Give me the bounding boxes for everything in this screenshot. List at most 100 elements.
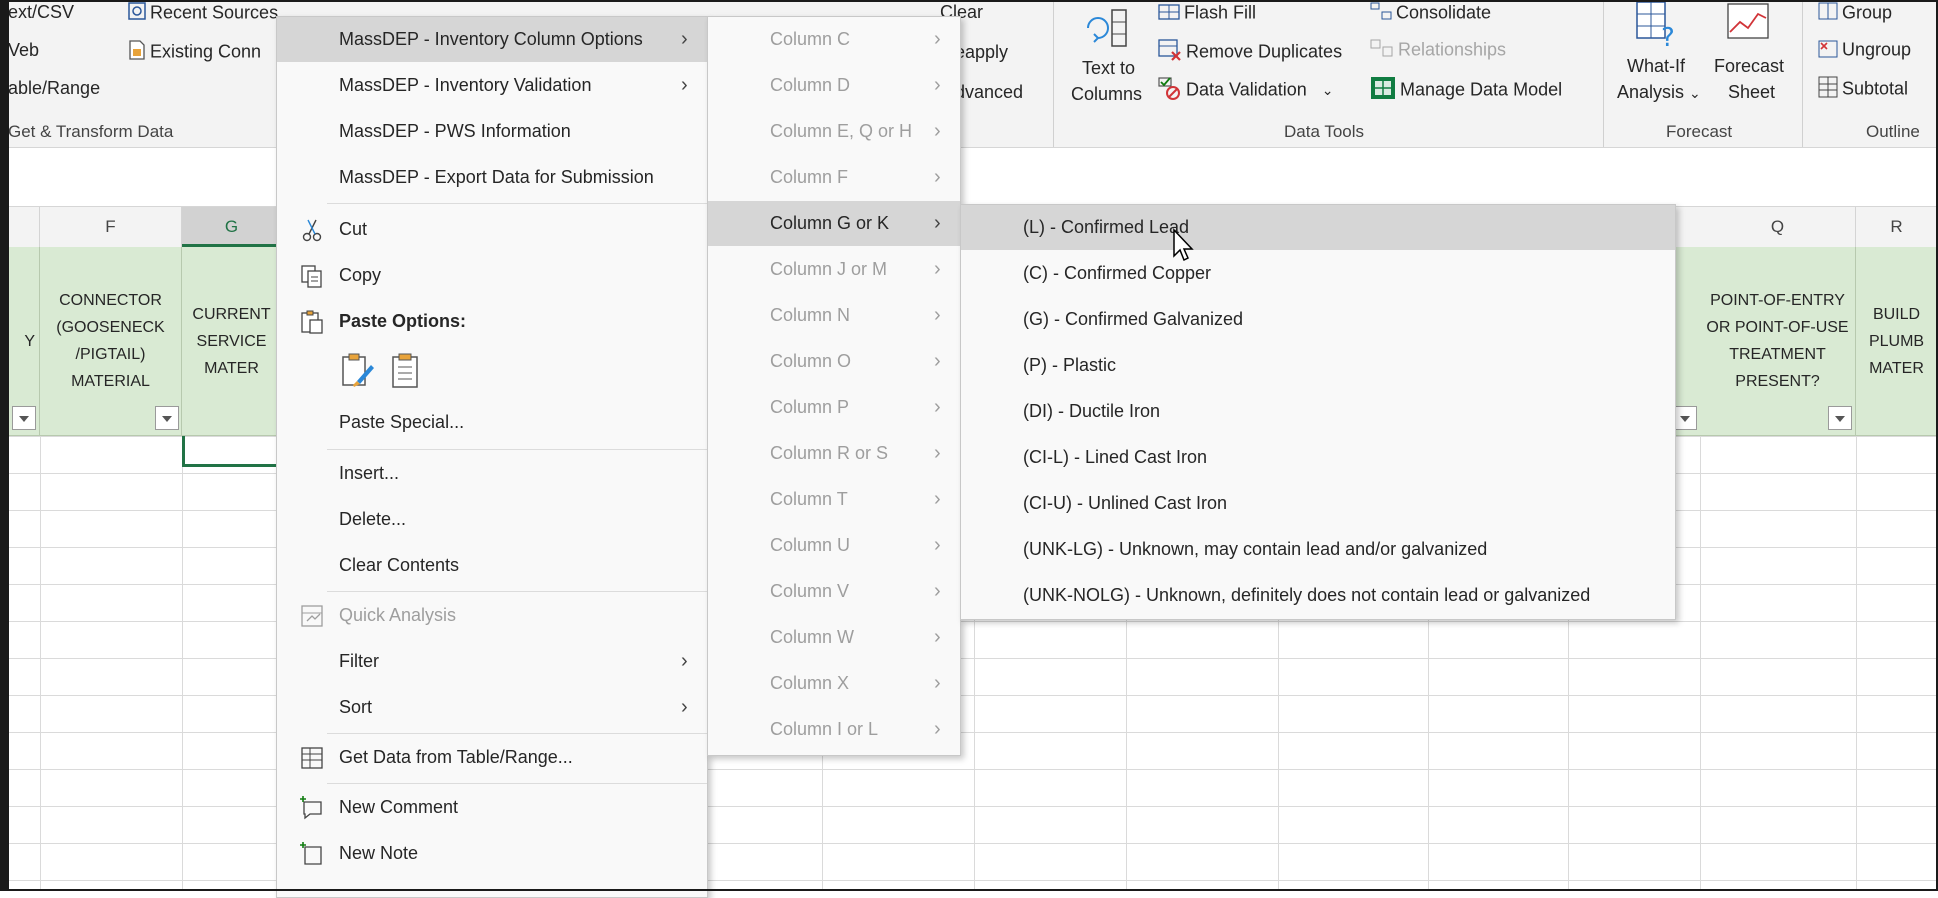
column-header-r[interactable]: R [1856,207,1938,247]
column-header-g[interactable]: G [182,207,282,247]
material-option-item[interactable]: (CI-U) - Unlined Cast Iron [961,481,1675,526]
recent-sources-button[interactable]: Recent Sources [128,2,278,25]
header-cell-g[interactable]: CURRENT SERVICE MATER [182,247,282,435]
submenu-item-column[interactable]: Column V › [708,569,960,614]
submenu-item-label: Column W [770,627,855,647]
material-option-item[interactable]: (UNK-NOLG) - Unknown, definitely does no… [961,573,1675,618]
menu-item-export-data[interactable]: MassDEP - Export Data for Submission [277,155,707,200]
menu-item-paste-special[interactable]: Paste Special... [277,400,707,445]
submenu-item-column[interactable]: Column O › [708,339,960,384]
submenu-item-label: Column J or M [770,259,888,279]
material-option-item[interactable]: (DI) - Ductile Iron [961,389,1675,434]
from-web-button[interactable]: Veb [8,40,39,61]
forecast-sheet-button[interactable]: Forecast Sheet [1706,0,1790,110]
material-option-item[interactable]: (UNK-LG) - Unknown, may contain lead and… [961,527,1675,572]
consolidate-label: Consolidate [1396,2,1492,23]
submenu-item-column[interactable]: Column D › [708,63,960,108]
submenu-item-column[interactable]: Column T › [708,477,960,522]
remove-duplicates-button[interactable]: Remove Duplicates [1158,38,1342,67]
paste-values-button[interactable] [387,351,427,391]
submenu-item-column[interactable]: Column G or K › [708,201,960,246]
menu-item-new-comment[interactable]: New Comment [277,785,707,830]
grid-line [1700,436,1701,891]
menu-item-paste-options: Paste Options: [277,299,707,344]
from-text-csv-button[interactable]: ext/CSV [8,2,74,23]
submenu-item-column[interactable]: Column W › [708,615,960,660]
material-option-item[interactable]: (CI-L) - Lined Cast Iron [961,435,1675,480]
menu-item-delete[interactable]: Delete... [277,497,707,542]
context-menu: MassDEP - Inventory Column Options › Mas… [276,16,708,898]
forecast-sheet-label-2: Sheet [1728,82,1776,102]
menu-item-label: MassDEP - Inventory Column Options [339,29,643,49]
header-cell-r[interactable]: BUILD PLUMB MATER [1856,247,1938,435]
what-if-analysis-button[interactable]: ? What-If Analysis ⌄ [1613,0,1701,110]
menu-item-quick-analysis[interactable]: Quick Analysis [277,593,707,638]
submenu-item-column[interactable]: Column I or L › [708,707,960,752]
material-option-item[interactable]: (C) - Confirmed Copper [961,251,1675,296]
menu-item-inventory-validation[interactable]: MassDEP - Inventory Validation › [277,63,707,108]
paste-formatting-button[interactable] [339,351,379,391]
what-if-label-2: Analysis ⌄ [1617,82,1701,102]
new-note-icon [300,842,322,865]
subtotal-button[interactable]: Subtotal [1818,76,1908,103]
relationships-button[interactable]: Relationships [1370,38,1506,63]
submenu-item-column[interactable]: Column P › [708,385,960,430]
advanced-filter-button[interactable]: dvanced [955,82,1023,103]
menu-item-new-note[interactable]: New Note [277,831,707,876]
menu-item-insert[interactable]: Insert... [277,451,707,496]
submenu-item-column[interactable]: Column C › [708,17,960,62]
submenu-item-column[interactable]: Column J or M › [708,247,960,292]
submenu-item-column[interactable]: Column U › [708,523,960,568]
submenu-item-label: Column C [770,29,851,49]
material-option-item[interactable]: (P) - Plastic [961,343,1675,388]
submenu-item-column[interactable]: Column F › [708,155,960,200]
manage-data-model-button[interactable]: Manage Data Model [1370,76,1562,105]
ungroup-button[interactable]: Ungroup [1818,38,1911,63]
menu-item-sort[interactable]: Sort › [277,685,707,730]
chevron-right-icon: › [934,672,941,694]
text-to-columns-button[interactable]: Text to Columns [1068,4,1148,108]
column-header-f[interactable]: F [40,207,182,247]
menu-item-pws-information[interactable]: MassDEP - PWS Information [277,109,707,154]
submenu-item-column[interactable]: Column R or S › [708,431,960,476]
submenu-item-column[interactable]: Column N › [708,293,960,338]
menu-item-copy[interactable]: Copy [277,253,707,298]
existing-connections-button[interactable]: Existing Conn [128,40,261,65]
chevron-right-icon: › [934,350,941,372]
active-cell[interactable] [182,436,285,467]
filter-dropdown-button[interactable] [1828,406,1852,430]
consolidate-button[interactable]: Consolidate [1370,2,1491,25]
data-validation-button[interactable]: Data Validation ⌄ [1158,76,1334,105]
submenu-item-label: Column R or S [770,443,889,463]
submenu-item-column[interactable]: Column E, Q or H › [708,109,960,154]
menu-item-filter[interactable]: Filter › [277,639,707,684]
text-to-columns-icon [1082,6,1132,59]
menu-item-get-data-from-table[interactable]: Get Data from Table/Range... [277,735,707,780]
menu-item-clear-contents[interactable]: Clear Contents [277,543,707,588]
material-option-item[interactable]: (G) - Confirmed Galvanized [961,297,1675,342]
group-icon [1818,2,1838,25]
submenu-item-column[interactable]: Column X › [708,661,960,706]
filter-dropdown-button[interactable] [12,406,36,430]
submenu-item-label: Column G or K [770,213,890,233]
material-option-label: (UNK-LG) - Unknown, may contain lead and… [1023,539,1488,559]
group-button[interactable]: Group [1818,2,1892,25]
column-header-q[interactable]: Q [1700,207,1856,247]
material-option-item[interactable]: (L) - Confirmed Lead [961,205,1675,250]
quick-analysis-icon [301,605,323,627]
flash-fill-label: Flash Fill [1184,2,1257,23]
menu-item-label: Get Data from Table/Range... [339,747,573,767]
menu-item-inventory-column-options[interactable]: MassDEP - Inventory Column Options › [277,17,707,62]
reapply-filter-button[interactable]: eapply [955,42,1008,63]
menu-item-label: Sort [339,697,373,717]
menu-item-cut[interactable]: Cut [277,207,707,252]
filter-dropdown-button[interactable] [1673,406,1697,430]
relationships-label: Relationships [1398,39,1507,60]
from-table-range-button[interactable]: able/Range [8,78,100,99]
existing-connections-label: Existing Conn [150,41,262,62]
column-options-submenu: Column C › Column D › Column E, Q or H › Colum… [707,16,961,756]
flash-fill-button[interactable]: Flash Fill [1158,2,1256,25]
filter-dropdown-button[interactable] [155,406,179,430]
menu-separator [327,783,707,784]
what-if-analysis-icon: ? [1635,0,1677,55]
